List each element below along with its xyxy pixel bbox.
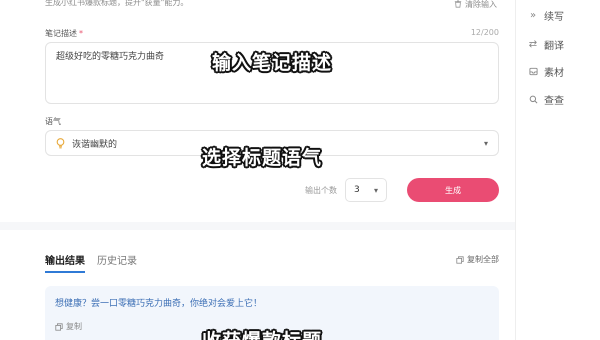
sidebar-item-label: 续写 [544,12,564,23]
generate-button[interactable]: 生成 [407,178,499,202]
swap-arrows-icon: ⇄ [528,39,538,50]
required-mark: * [79,29,83,38]
char-counter: 12/200 [470,28,499,37]
sidebar-item-label: 查查 [544,96,564,107]
output-count-label: 输出个数 [305,185,337,195]
video-caption: 选择标题语气 [202,147,323,169]
inbox-icon [528,67,538,77]
copy-icon [456,255,464,264]
double-chevron-right-icon: » [529,10,537,21]
output-count-value: 3 [354,185,360,195]
chevron-down-icon: ▾ [373,185,378,195]
generate-row: 输出个数 3 ▾ 生成 [305,178,499,202]
tone-label: 语气 [45,117,61,126]
app-screen: 生成小红书爆款标题，提升"获量"能力。 清除输入 笔记描述 * 12/200 超级… [0,0,600,340]
tab-history[interactable]: 历史记录 [97,252,137,273]
clear-input-button[interactable]: 清除输入 [454,0,497,11]
result-title-text: 想健康？尝一口零糖巧克力曲奇，你绝对会爱上它！ [55,299,263,309]
copy-result-label: 复制 [66,322,82,331]
sidebar-item-materials[interactable]: 素材 [528,64,564,79]
output-count-select[interactable]: 3 ▾ [345,178,387,202]
sidebar-item-continue[interactable]: » 续写 [528,8,564,23]
sidebar-item-search[interactable]: 查查 [528,92,564,107]
note-description-label: 笔记描述 * [45,28,83,39]
note-description-value: 超级好吃的零糖巧克力曲奇 [56,52,165,62]
copy-all-button[interactable]: 复制全部 [456,254,499,265]
sidebar-item-label: 素材 [544,68,564,79]
sidebar-item-translate[interactable]: ⇄ 翻译 [528,37,564,52]
lightbulb-icon [56,137,66,149]
trash-icon [454,0,462,8]
note-description-label-text: 笔记描述 [45,29,77,38]
clear-input-label: 清除输入 [465,0,497,9]
search-icon [528,95,538,105]
video-caption: 收获爆款标题 [202,326,322,340]
header-row: 生成小红书爆款标题，提升"获量"能力。 清除输入 [45,0,497,11]
video-caption: 输入笔记描述 [212,52,333,74]
section-divider [0,222,515,230]
copy-icon [55,322,63,331]
result-tabs: 输出结果 历史记录 [45,252,137,273]
tab-output-results[interactable]: 输出结果 [45,252,85,273]
tone-select-value: 诙谐幽默的 [72,139,118,150]
copy-all-label: 复制全部 [467,255,499,264]
chevron-down-icon: ▾ [483,138,488,148]
page-subtitle: 生成小红书爆款标题，提升"获量"能力。 [45,0,189,7]
sidebar-item-label: 翻译 [544,41,564,52]
right-sidebar: » 续写 ⇄ 翻译 素材 查查 [516,0,600,340]
